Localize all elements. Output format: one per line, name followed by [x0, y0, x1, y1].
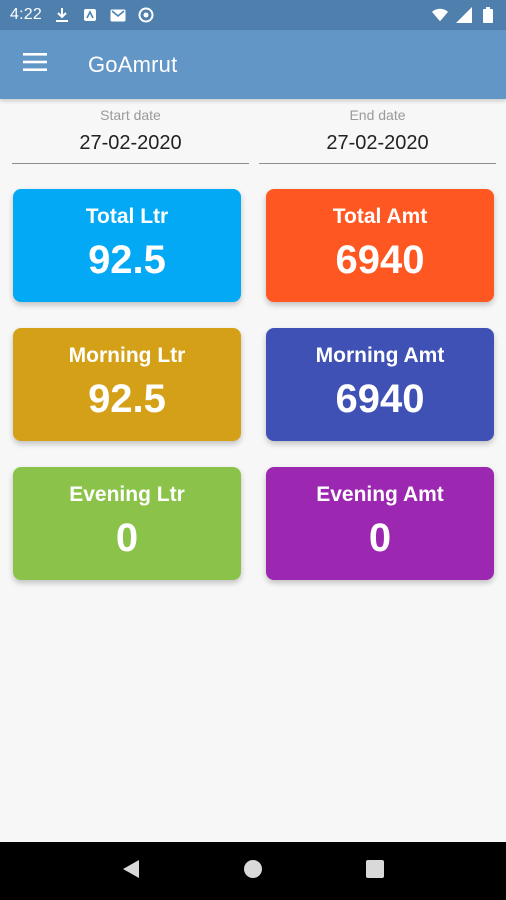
status-right [432, 7, 496, 23]
hamburger-menu-icon [23, 53, 47, 76]
card-value: 0 [115, 516, 139, 560]
home-button[interactable] [233, 851, 273, 891]
morning-ltr-card[interactable]: Morning Ltr 92.5 [13, 328, 241, 441]
evening-amt-card[interactable]: Evening Amt 0 [266, 467, 494, 580]
app-bar: GoAmrut [0, 30, 506, 99]
evening-ltr-card[interactable]: Evening Ltr 0 [13, 467, 241, 580]
card-value: 92.5 [88, 238, 166, 282]
screen: 4:22 GoAmrut Start date 27-02-2020 End d… [0, 0, 506, 900]
vpn-icon [138, 7, 154, 23]
card-label: Morning Ltr [68, 344, 186, 367]
date-range: Start date 27-02-2020 End date 27-02-202… [12, 104, 496, 164]
card-label: Morning Amt [315, 344, 445, 367]
wifi-icon [432, 7, 448, 23]
start-date-field[interactable]: Start date 27-02-2020 [12, 104, 249, 164]
card-label: Total Amt [332, 205, 428, 228]
card-label: Evening Ltr [69, 483, 185, 506]
card-value: 92.5 [88, 377, 166, 421]
status-time: 4:22 [10, 6, 42, 23]
back-triangle-icon [122, 859, 140, 884]
download-icon [54, 7, 70, 23]
total-amt-card[interactable]: Total Amt 6940 [266, 189, 494, 302]
morning-amt-card[interactable]: Morning Amt 6940 [266, 328, 494, 441]
summary-cards: Total Ltr 92.5 Total Amt 6940 Morning Lt… [13, 189, 495, 580]
home-circle-icon [243, 859, 263, 884]
total-ltr-card[interactable]: Total Ltr 92.5 [13, 189, 241, 302]
card-label: Total Ltr [85, 205, 169, 228]
card-value: 6940 [335, 238, 425, 282]
card-value: 0 [368, 516, 392, 560]
signal-icon [456, 7, 472, 23]
start-date-label: Start date [100, 107, 161, 123]
card-value: 6940 [335, 377, 425, 421]
recents-button[interactable] [355, 851, 395, 891]
menu-button[interactable] [0, 30, 70, 99]
recents-square-icon [366, 859, 384, 883]
back-button[interactable] [111, 851, 151, 891]
end-date-label: End date [349, 107, 406, 123]
end-date-field[interactable]: End date 27-02-2020 [259, 104, 496, 164]
status-left: 4:22 [10, 6, 154, 24]
card-label: Evening Amt [316, 483, 444, 506]
battery-icon [480, 7, 496, 23]
start-date-input[interactable]: 27-02-2020 [12, 126, 249, 164]
navigation-bar [0, 842, 506, 900]
status-bar: 4:22 [0, 0, 506, 30]
gmail-icon [110, 7, 126, 23]
app-title: GoAmrut [88, 51, 178, 77]
end-date-input[interactable]: 27-02-2020 [259, 126, 496, 164]
news-icon [82, 7, 98, 23]
